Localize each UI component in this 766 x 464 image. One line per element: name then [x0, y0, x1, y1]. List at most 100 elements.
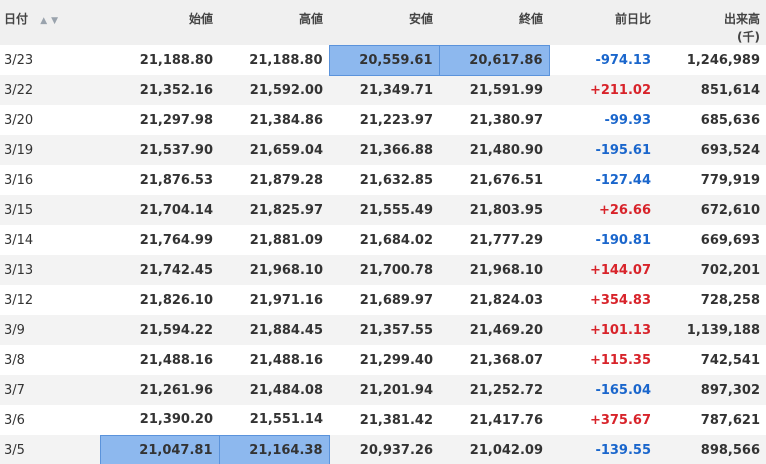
cell-open: 21,188.80 — [139, 52, 213, 68]
cell-open: 21,352.16 — [139, 82, 213, 98]
cell-date: 3/15 — [4, 202, 34, 218]
column-header-date[interactable]: 日付 ▲ ▼ — [0, 0, 100, 45]
sort-desc-icon[interactable]: ▼ — [51, 16, 58, 26]
cell-open: 21,390.20 — [139, 412, 213, 428]
cell-date: 3/20 — [4, 112, 34, 128]
cell-open: 21,704.14 — [139, 202, 213, 218]
cell-volume: 898,566 — [700, 442, 760, 458]
table-row: 3/5 21,047.81 21,164.38 20,937.26 21,042.09 -… — [0, 434, 766, 464]
cell-high: 21,164.38 — [218, 434, 330, 464]
cell-close: 21,591.99 — [469, 82, 543, 98]
cell-close: 21,968.10 — [469, 262, 543, 278]
cell-high: 21,879.28 — [249, 172, 323, 188]
cell-change: -165.04 — [595, 382, 651, 398]
cell-close: 21,676.51 — [469, 172, 543, 188]
cell-open: 21,047.81 — [99, 434, 220, 464]
table-row: 3/22 21,352.16 21,592.00 21,349.71 21,591.99… — [0, 75, 766, 105]
cell-low: 21,381.42 — [359, 412, 433, 428]
cell-change: +144.07 — [589, 262, 651, 278]
column-header-volume: 出来高 (千) — [657, 0, 766, 45]
cell-date: 3/7 — [4, 382, 25, 398]
column-header-date-label: 日付 — [4, 12, 29, 26]
cell-close: 21,042.09 — [469, 442, 543, 458]
cell-low: 21,684.02 — [359, 232, 433, 248]
table-row: 3/12 21,826.10 21,971.16 21,689.97 21,824.03… — [0, 285, 766, 315]
column-header-open: 始値 — [100, 0, 219, 45]
cell-low: 21,349.71 — [359, 82, 433, 98]
cell-date: 3/8 — [4, 352, 25, 368]
cell-high: 21,592.00 — [249, 82, 323, 98]
cell-volume: 685,636 — [700, 112, 760, 128]
cell-volume: 728,258 — [700, 292, 760, 308]
cell-high: 21,968.10 — [249, 262, 323, 278]
cell-change: -195.61 — [595, 142, 651, 158]
cell-volume: 702,201 — [700, 262, 760, 278]
cell-volume: 1,246,989 — [686, 52, 760, 68]
cell-volume: 851,614 — [700, 82, 760, 98]
cell-change: +211.02 — [589, 82, 651, 98]
cell-high: 21,825.97 — [249, 202, 323, 218]
cell-change: +115.35 — [589, 352, 651, 368]
cell-date: 3/12 — [4, 292, 34, 308]
cell-open: 21,826.10 — [139, 292, 213, 308]
cell-high: 21,884.45 — [249, 322, 323, 338]
cell-close: 21,380.97 — [469, 112, 543, 128]
table-row: 3/16 21,876.53 21,879.28 21,632.85 21,676.51… — [0, 165, 766, 195]
cell-close: 21,803.95 — [469, 202, 543, 218]
cell-low: 21,366.88 — [359, 142, 433, 158]
cell-volume: 1,139,188 — [686, 322, 760, 338]
cell-high: 21,881.09 — [249, 232, 323, 248]
table-header: 日付 ▲ ▼ 始値 高値 安値 終値 前日比 出来高 (千) — [0, 0, 766, 45]
cell-low: 21,700.78 — [359, 262, 433, 278]
table-row: 3/14 21,764.99 21,881.09 21,684.02 21,777.29… — [0, 225, 766, 255]
table-row: 3/6 21,390.20 21,551.14 21,381.42 21,417.76 +… — [0, 405, 766, 435]
column-header-low: 安値 — [329, 0, 439, 45]
table-row: 3/20 21,297.98 21,384.86 21,223.97 21,380.97… — [0, 105, 766, 135]
cell-change: +354.83 — [589, 292, 651, 308]
cell-close: 21,480.90 — [469, 142, 543, 158]
cell-volume: 672,610 — [700, 202, 760, 218]
header-row: 日付 ▲ ▼ 始値 高値 安値 終値 前日比 出来高 (千) — [0, 0, 766, 45]
cell-volume: 897,302 — [700, 382, 760, 398]
cell-date: 3/9 — [4, 322, 25, 338]
cell-date: 3/6 — [4, 412, 25, 428]
table-body: 3/23 21,188.80 21,188.80 20,559.61 20,617.86… — [0, 44, 766, 464]
column-header-change: 前日比 — [549, 0, 657, 45]
cell-close: 21,252.72 — [469, 382, 543, 398]
cell-low: 20,937.26 — [359, 442, 433, 458]
column-header-high: 高値 — [219, 0, 329, 45]
cell-open: 21,488.16 — [139, 352, 213, 368]
cell-low: 20,559.61 — [328, 44, 440, 76]
table-row: 3/23 21,188.80 21,188.80 20,559.61 20,617.86… — [0, 44, 766, 76]
sort-asc-icon[interactable]: ▲ — [40, 16, 47, 26]
cell-change: -99.93 — [604, 112, 651, 128]
cell-high: 21,488.16 — [249, 352, 323, 368]
table-row: 3/8 21,488.16 21,488.16 21,299.40 21,368.07 +… — [0, 345, 766, 375]
cell-open: 21,537.90 — [139, 142, 213, 158]
cell-volume: 742,541 — [700, 352, 760, 368]
column-header-volume-label: 出来高 — [723, 12, 760, 26]
cell-change: -127.44 — [595, 172, 651, 188]
table-row: 3/7 21,261.96 21,484.08 21,201.94 21,252.72 -… — [0, 375, 766, 405]
cell-close: 21,777.29 — [469, 232, 543, 248]
sort-control[interactable]: ▲ ▼ — [40, 16, 62, 26]
cell-change: +101.13 — [589, 322, 651, 338]
table-row: 3/9 21,594.22 21,884.45 21,357.55 21,469.20 +… — [0, 315, 766, 345]
cell-change: -190.81 — [595, 232, 651, 248]
cell-high: 21,659.04 — [249, 142, 323, 158]
cell-date: 3/23 — [4, 52, 34, 68]
cell-close: 20,617.86 — [438, 44, 550, 76]
cell-open: 21,742.45 — [139, 262, 213, 278]
cell-change: -139.55 — [595, 442, 651, 458]
cell-date: 3/22 — [4, 82, 34, 98]
cell-open: 21,764.99 — [139, 232, 213, 248]
column-header-volume-unit: (千) — [737, 30, 760, 44]
cell-low: 21,357.55 — [359, 322, 433, 338]
cell-close: 21,824.03 — [469, 292, 543, 308]
cell-high: 21,188.80 — [249, 52, 323, 68]
table-row: 3/15 21,704.14 21,825.97 21,555.49 21,803.95… — [0, 195, 766, 225]
cell-low: 21,223.97 — [359, 112, 433, 128]
cell-close: 21,368.07 — [469, 352, 543, 368]
cell-high: 21,484.08 — [249, 382, 323, 398]
cell-open: 21,594.22 — [139, 322, 213, 338]
